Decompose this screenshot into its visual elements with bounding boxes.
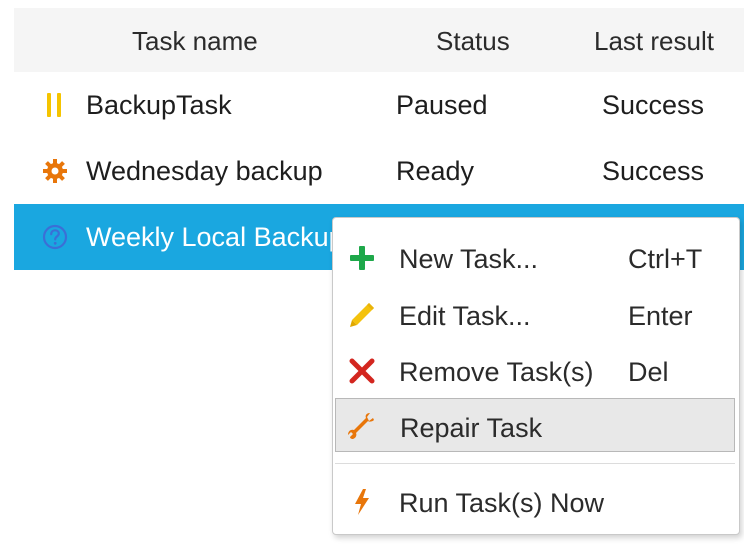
menu-item-label: Edit Task... [399, 301, 531, 331]
table-row[interactable]: Wednesday backup Ready Success [14, 138, 744, 204]
menu-item-shortcut: Enter [628, 301, 693, 331]
task-status-cell: Paused [396, 90, 488, 120]
menu-item-new-task[interactable]: New Task... Ctrl+T [335, 230, 735, 284]
menu-item-run-task-now[interactable]: Run Task(s) Now [335, 474, 735, 528]
lightning-icon [355, 489, 369, 515]
question-icon [42, 224, 68, 250]
column-header-status[interactable]: Status [436, 26, 510, 57]
menu-item-label: Run Task(s) Now [399, 488, 605, 518]
task-name-cell: Wednesday backup [86, 156, 323, 186]
pencil-icon [350, 303, 374, 327]
column-header-last-result[interactable]: Last result [594, 26, 714, 57]
gear-icon [43, 159, 67, 183]
table-header: Task name Status Last result [14, 8, 744, 72]
task-result-cell: Success [602, 90, 705, 120]
menu-item-edit-task[interactable]: Edit Task... Enter [335, 287, 735, 341]
column-header-task-name[interactable]: Task name [132, 26, 258, 57]
table-row[interactable]: BackupTask Paused Success [14, 72, 744, 138]
task-result-cell: Success [602, 156, 705, 186]
task-name-cell: BackupTask [86, 90, 232, 120]
menu-separator [335, 463, 735, 464]
menu-item-repair-task[interactable]: Repair Task [335, 398, 735, 452]
task-status-cell: Ready [396, 156, 475, 186]
menu-item-shortcut: Ctrl+T [628, 244, 703, 274]
context-menu: New Task... Ctrl+T Edit Task... Enter Re… [332, 217, 740, 535]
plus-icon [350, 246, 374, 270]
pause-icon [47, 93, 61, 117]
wrench-icon [348, 413, 374, 439]
menu-item-label: Remove Task(s) [399, 357, 594, 387]
task-name-cell: Weekly Local Backup [86, 222, 344, 252]
menu-item-label: New Task... [399, 244, 539, 274]
task-window: Task name Status Last result BackupTask … [0, 0, 744, 544]
menu-item-shortcut: Del [628, 357, 669, 387]
x-icon [349, 358, 375, 384]
menu-item-remove-task[interactable]: Remove Task(s) Del [335, 343, 735, 397]
menu-item-label: Repair Task [400, 413, 543, 443]
